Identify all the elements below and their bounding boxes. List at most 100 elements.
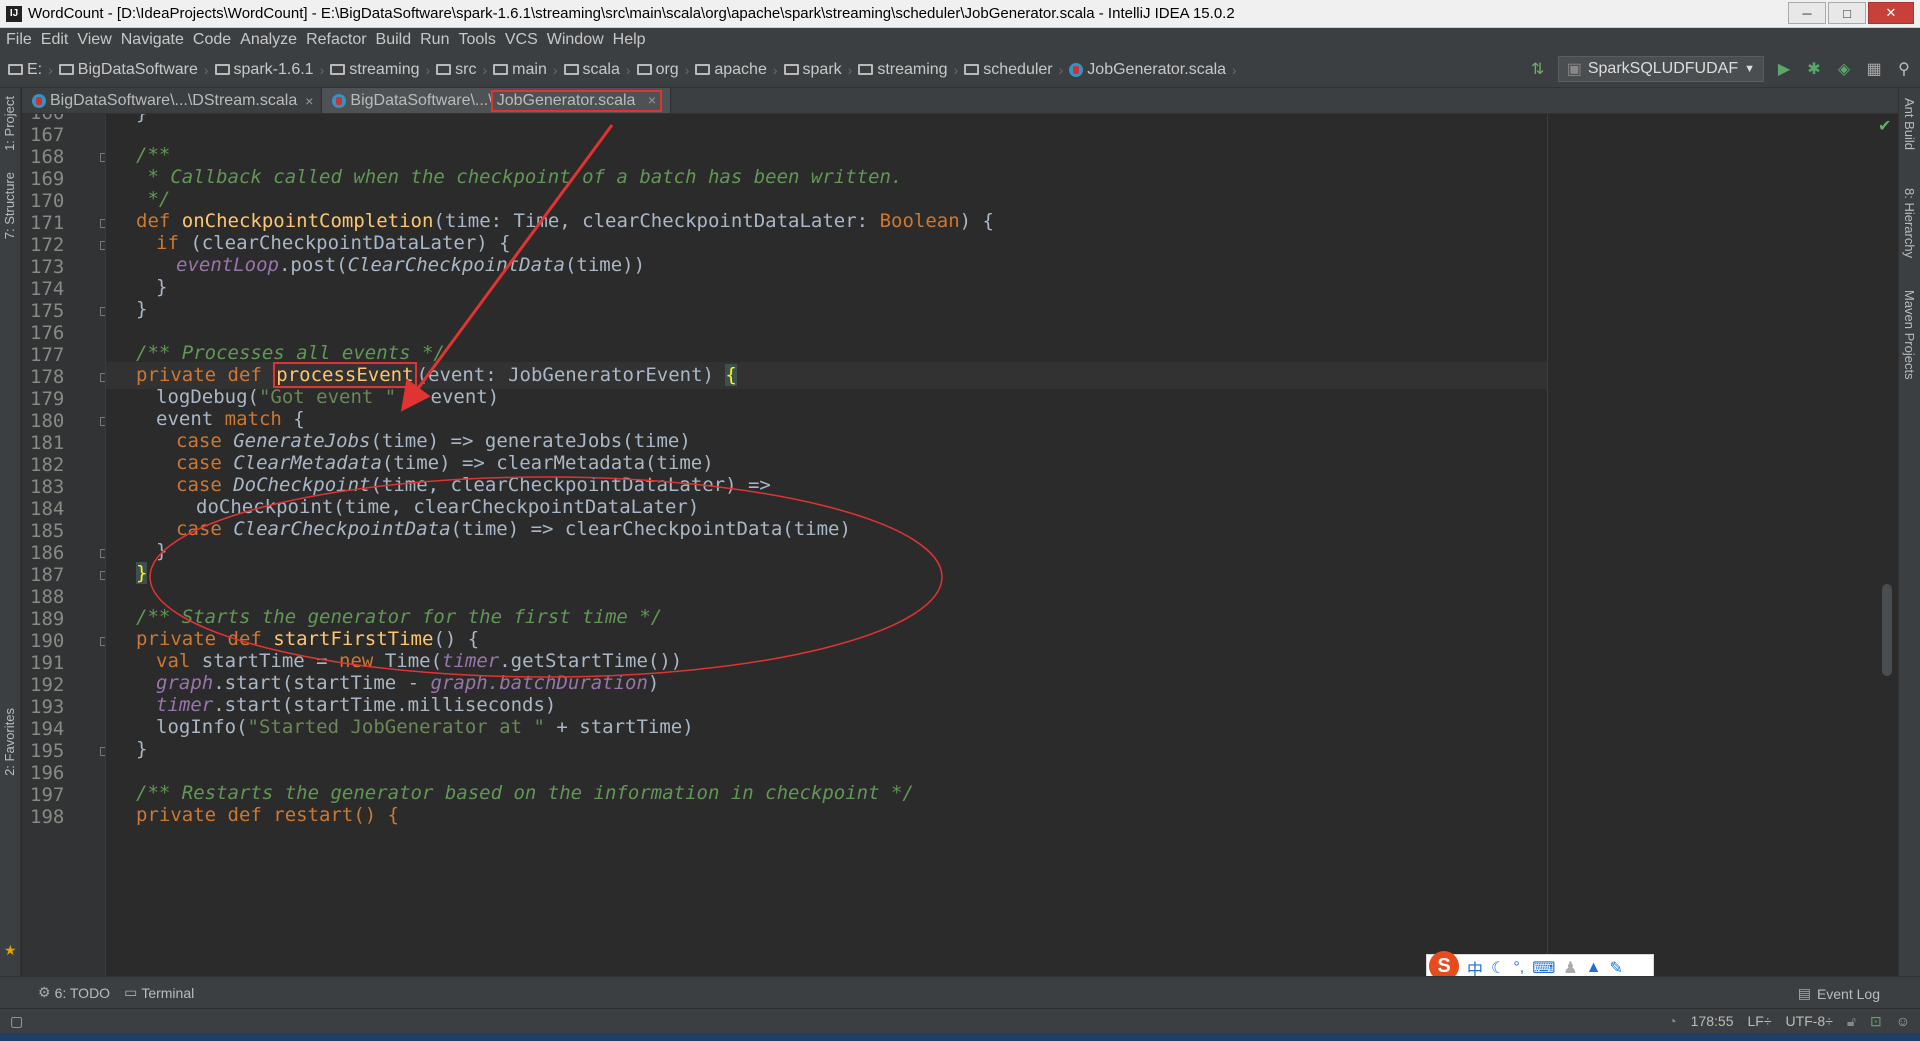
- event-log-tool-button[interactable]: ▤ Event Log: [1798, 985, 1880, 1002]
- menu-refactor[interactable]: Refactor: [304, 31, 373, 49]
- hector-icon[interactable]: ☺: [1896, 1013, 1910, 1030]
- breadcrumb-label: E:: [27, 60, 43, 78]
- debug-icon[interactable]: ✱: [1804, 59, 1824, 79]
- breadcrumb-scala[interactable]: scala ›: [563, 60, 631, 79]
- menu-view[interactable]: View: [75, 31, 118, 49]
- breadcrumb-label: scala: [582, 60, 620, 78]
- project-structure-icon[interactable]: ▦: [1864, 59, 1884, 79]
- breadcrumb-drive[interactable]: E: ›: [8, 61, 53, 79]
- close-tab-icon[interactable]: ×: [305, 93, 313, 109]
- folder-icon: [493, 64, 509, 75]
- breadcrumb-streaming-pkg[interactable]: streaming ›: [858, 61, 958, 79]
- tab-dstream[interactable]: BigDataSoftware\...\DStream.scala ×: [22, 88, 323, 113]
- tab-label-highlighted: JobGenerator.scala ×: [490, 89, 663, 112]
- breadcrumb-main[interactable]: main ›: [493, 60, 558, 79]
- search-icon[interactable]: ⚲: [1894, 59, 1914, 79]
- menu-build[interactable]: Build: [374, 31, 419, 49]
- user-icon[interactable]: ♟: [1563, 958, 1577, 978]
- tab-label-prefix: BigDataSoftware\...\: [350, 91, 493, 109]
- folder-icon: [436, 64, 452, 75]
- event-log-icon: ▤: [1797, 985, 1811, 1001]
- ant-build-tool-button[interactable]: Ant Build: [1902, 98, 1917, 150]
- terminal-tool-button[interactable]: ▭ Terminal: [124, 984, 194, 1001]
- star-icon: ★: [4, 942, 17, 958]
- memory-indicator-icon[interactable]: ◔: [1668, 1013, 1676, 1030]
- scala-file-icon: [32, 93, 46, 108]
- scala-file-icon: [1069, 62, 1084, 77]
- folder-icon: [563, 64, 579, 75]
- breadcrumb-spark[interactable]: spark-1.6.1 ›: [214, 60, 324, 79]
- moon-icon[interactable]: ☾: [1491, 958, 1505, 978]
- menu-tools[interactable]: Tools: [456, 31, 502, 49]
- menu-help[interactable]: Help: [611, 31, 653, 49]
- run-config-icon: ▣: [1566, 61, 1582, 78]
- favorites-tool-button[interactable]: 2: Favorites: [2, 708, 17, 776]
- terminal-icon: ▭: [124, 984, 138, 1000]
- minimize-button[interactable]: ─: [1788, 2, 1826, 24]
- coverage-icon[interactable]: ◈: [1834, 59, 1854, 79]
- menu-window[interactable]: Window: [545, 31, 611, 49]
- menu-analyze[interactable]: Analyze: [238, 31, 304, 49]
- terminal-label: Terminal: [141, 984, 195, 1001]
- vertical-scrollbar[interactable]: [1882, 584, 1892, 676]
- folder-icon: [858, 64, 874, 75]
- close-tab-icon[interactable]: ×: [648, 92, 656, 108]
- menu-edit[interactable]: Edit: [39, 31, 76, 49]
- folder-icon: [330, 64, 346, 75]
- breadcrumb-apache[interactable]: apache ›: [695, 60, 778, 79]
- lock-icon[interactable]: 🔓︎: [1847, 1013, 1856, 1030]
- status-bar: ▢ ◔ 178:55 LF÷ UTF-8÷ 🔓︎ ⊡ ☺: [0, 1008, 1920, 1033]
- breadcrumb-label: main: [512, 60, 547, 78]
- keyboard-icon[interactable]: ⌨: [1532, 958, 1555, 978]
- code-line: case ClearCheckpointData(time) => clearC…: [176, 518, 851, 540]
- menu-navigate[interactable]: Navigate: [119, 31, 191, 49]
- tool-window-toggle-icon[interactable]: ▢: [10, 1013, 23, 1030]
- breadcrumb-scheduler[interactable]: scheduler ›: [964, 61, 1063, 79]
- bottom-tool-bar: ⚙ 6: TODO ▭ Terminal ▤ Event Log: [0, 976, 1920, 1008]
- os-taskbar: [0, 1033, 1920, 1041]
- breadcrumb-bigdatasoftware[interactable]: BigDataSoftware ›: [58, 61, 209, 79]
- close-button[interactable]: ✕: [1868, 2, 1914, 24]
- breadcrumb-spark-pkg[interactable]: spark ›: [783, 60, 852, 79]
- menu-vcs[interactable]: VCS: [503, 31, 545, 49]
- hierarchy-tool-button[interactable]: 8: Hierarchy: [1902, 188, 1917, 258]
- breadcrumb-file[interactable]: JobGenerator.scala ›: [1069, 61, 1237, 79]
- breadcrumb-label: scheduler: [983, 60, 1053, 78]
- breadcrumb-streaming[interactable]: streaming ›: [330, 61, 430, 79]
- right-margin-guide: [1547, 114, 1548, 976]
- menu-file[interactable]: File: [4, 31, 39, 49]
- breadcrumb-src[interactable]: src ›: [436, 61, 487, 79]
- menu-run[interactable]: Run: [418, 31, 456, 49]
- inspection-profile-icon[interactable]: ⊡: [1870, 1013, 1882, 1030]
- maximize-button[interactable]: □: [1828, 2, 1866, 24]
- wrench-icon[interactable]: ✎: [1609, 958, 1622, 978]
- run-icon[interactable]: ▶: [1774, 59, 1794, 79]
- breadcrumb-label: streaming: [349, 60, 420, 78]
- breadcrumb-label: apache: [714, 60, 767, 78]
- run-configuration-select[interactable]: ▣ SparkSQLUDFUDAF ▼: [1557, 56, 1764, 82]
- structure-tool-button[interactable]: 7: Structure: [2, 172, 17, 239]
- breadcrumb-label: spark: [802, 60, 842, 78]
- caret-position[interactable]: 178:55: [1691, 1013, 1734, 1030]
- breadcrumb-org[interactable]: org ›: [636, 61, 689, 79]
- title-bar: IJ WordCount - [D:\IdeaProjects\WordCoun…: [0, 0, 1920, 28]
- breadcrumb-label: spark-1.6.1: [233, 60, 314, 78]
- todo-tool-button[interactable]: ⚙ 6: TODO: [38, 984, 110, 1001]
- menu-code[interactable]: Code: [191, 31, 238, 49]
- folder-icon: [636, 64, 652, 75]
- skin-icon[interactable]: ▲: [1586, 959, 1602, 977]
- code-line: }: [136, 738, 148, 760]
- editor-tabs: BigDataSoftware\...\DStream.scala × BigD…: [22, 88, 1898, 114]
- code-editor[interactable]: ✔ } /** * Callback called when the check…: [106, 114, 1898, 976]
- event-log-label: Event Log: [1816, 985, 1880, 1002]
- project-tool-button[interactable]: 1: Project: [2, 96, 17, 151]
- vcs-update-icon[interactable]: ⇅: [1528, 59, 1548, 79]
- folder-icon: [8, 64, 23, 75]
- editor-gutter: 1661671681691701711721731741751761771781…: [22, 114, 106, 976]
- maven-projects-tool-button[interactable]: Maven Projects: [1902, 290, 1917, 380]
- punctuation-icon[interactable]: °,: [1513, 959, 1524, 977]
- line-separator[interactable]: LF÷: [1748, 1013, 1772, 1030]
- todo-icon: ⚙: [38, 984, 51, 1000]
- file-encoding[interactable]: UTF-8÷: [1786, 1013, 1833, 1030]
- tab-jobgenerator[interactable]: BigDataSoftware\...\ JobGenerator.scala …: [322, 88, 672, 113]
